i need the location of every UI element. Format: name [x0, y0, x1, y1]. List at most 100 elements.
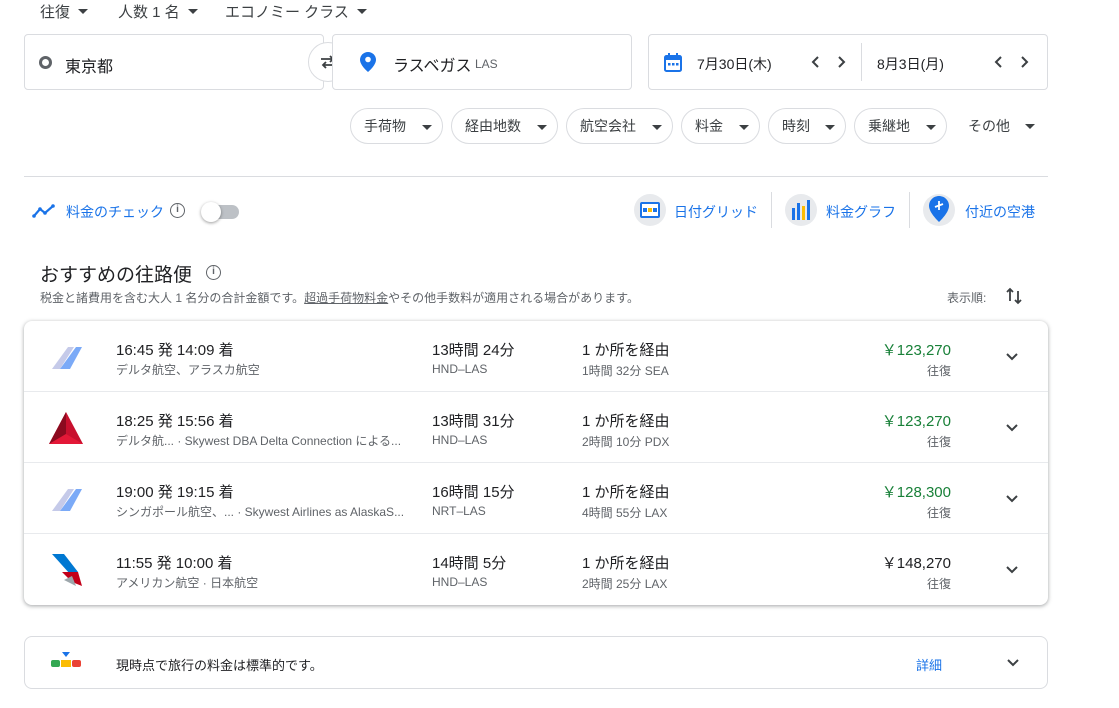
chevron-down-icon	[652, 125, 662, 130]
chevron-left-icon[interactable]	[993, 55, 1005, 69]
price-graph-icon	[785, 194, 817, 226]
flight-price-type: 往復	[926, 364, 951, 378]
origin-circle-icon	[39, 56, 52, 69]
date-divider	[861, 43, 862, 81]
details-link[interactable]: 詳細	[916, 655, 942, 674]
flight-row[interactable]: 19:00 発 19:15 着 シンガポール航空、... · Skywest A…	[24, 463, 1048, 534]
flight-price-type: 往復	[926, 577, 951, 591]
filter-airlines[interactable]: 航空会社	[566, 108, 673, 144]
flight-route: HND–LAS	[432, 433, 488, 447]
tool-divider	[771, 192, 772, 228]
flight-row[interactable]: 16:45 発 14:09 着 デルタ航空、アラスカ航空 13時間 24分 HN…	[24, 321, 1048, 392]
flight-layover: 2時間 25分 LAX	[582, 577, 668, 591]
flight-row[interactable]: 11:55 発 10:00 着 アメリカン航空 · 日本航空 14時間 5分 H…	[24, 534, 1048, 605]
destination-code: LAS	[475, 57, 498, 71]
destination-value: ラスベガス	[393, 58, 472, 75]
price-graph-label: 料金グラフ	[826, 204, 896, 220]
filter-stops[interactable]: 経由地数	[451, 108, 558, 144]
return-date[interactable]: 8月3日(月)	[877, 54, 944, 74]
excess-baggage-link[interactable]: 超過手荷物料金	[304, 291, 388, 305]
destination-field[interactable]: ラスベガス LAS	[332, 34, 632, 90]
chevron-left-icon[interactable]	[810, 55, 822, 69]
filter-connecting-airports[interactable]: 乗継地	[854, 108, 947, 144]
price-insight-text: 現時点で旅行の料金は標準的です。	[116, 658, 323, 673]
flight-layover: 4時間 55分 LAX	[582, 506, 668, 520]
date-grid-icon	[634, 194, 666, 226]
info-icon[interactable]: i	[170, 203, 185, 218]
nearby-airports-button[interactable]: 付近の空港	[923, 194, 1043, 228]
flight-route: HND–LAS	[432, 362, 488, 376]
cabin-class-label: エコノミー クラス	[225, 3, 349, 21]
price-tracking-toggle[interactable]	[201, 202, 239, 222]
flight-stops: 1 か所を経由	[582, 555, 670, 572]
depart-date[interactable]: 7月30日(木)	[697, 54, 772, 74]
expand-chevron-icon[interactable]	[1003, 653, 1023, 673]
price-note-text-2: やその他手数料が適用される場合があります。	[388, 291, 639, 305]
flight-route: NRT–LAS	[432, 504, 486, 518]
flight-row[interactable]: 18:25 発 15:56 着 デルタ航... · Skywest DBA De…	[24, 392, 1048, 463]
info-icon[interactable]: i	[206, 265, 221, 280]
flight-airlines: デルタ航... · Skywest DBA Delta Connection に…	[116, 434, 402, 448]
dates-field[interactable]: 7月30日(木) 8月3日(月)	[648, 34, 1048, 90]
filter-label: その他	[968, 118, 1010, 134]
filter-label: 時刻	[782, 118, 810, 134]
date-grid-button[interactable]: 日付グリッド	[634, 194, 764, 228]
flight-stops: 1 か所を経由	[582, 342, 670, 359]
flight-price: ￥128,300	[881, 484, 951, 501]
flight-airlines: アメリカン航空 · 日本航空	[116, 576, 259, 590]
section-title: おすすめの往路便	[40, 265, 193, 286]
flight-route: HND–LAS	[432, 575, 488, 589]
origin-value: 東京都	[65, 59, 114, 76]
origin-field[interactable]: 東京都	[24, 34, 324, 90]
price-level-icon	[51, 652, 81, 667]
chevron-down-icon	[825, 125, 835, 130]
price-insight-card[interactable]: 現時点で旅行の料金は標準的です。 詳細	[24, 636, 1048, 689]
flight-layover: 2時間 10分 PDX	[582, 435, 670, 449]
filter-label: 手荷物	[364, 118, 406, 134]
flight-price-type: 往復	[926, 435, 951, 449]
flight-layover: 1時間 32分 SEA	[582, 364, 669, 378]
chevron-down-icon	[926, 125, 936, 130]
sort-icon[interactable]	[1006, 287, 1022, 305]
chevron-right-icon[interactable]	[1018, 55, 1030, 69]
flight-times: 11:55 発 10:00 着	[116, 555, 233, 572]
expand-chevron-icon[interactable]	[1002, 560, 1022, 580]
trip-type-dropdown[interactable]: 往復	[40, 0, 89, 22]
flight-duration: 13時間 31分	[432, 413, 515, 430]
chevron-right-icon[interactable]	[835, 55, 847, 69]
flight-airlines: シンガポール航空、... · Skywest Airlines as Alask…	[116, 505, 405, 519]
toggle-knob	[201, 202, 221, 222]
chevron-down-icon	[537, 125, 547, 130]
flight-times: 19:00 発 19:15 着	[116, 484, 234, 501]
filter-more[interactable]: その他	[955, 108, 1045, 144]
cabin-class-dropdown[interactable]: エコノミー クラス	[225, 0, 367, 22]
filter-baggage[interactable]: 手荷物	[350, 108, 443, 144]
sort-label: 表示順:	[947, 291, 987, 305]
flight-price: ￥123,270	[881, 413, 951, 430]
price-note: 税金と諸費用を含む大人 1 名分の合計金額です。超過手荷物料金やその他手数料が適…	[40, 289, 639, 306]
expand-chevron-icon[interactable]	[1002, 489, 1022, 509]
price-graph-button[interactable]: 料金グラフ	[785, 194, 905, 228]
american-logo-icon	[52, 554, 82, 586]
flight-airlines: デルタ航空、アラスカ航空	[116, 363, 260, 377]
passengers-label: 人数 1 名	[118, 3, 180, 21]
flight-duration: 14時間 5分	[432, 555, 507, 572]
flight-duration: 16時間 15分	[432, 484, 515, 501]
expand-chevron-icon[interactable]	[1002, 347, 1022, 367]
flight-duration: 13時間 24分	[432, 342, 515, 359]
flight-price-type: 往復	[926, 506, 951, 520]
filter-times[interactable]: 時刻	[768, 108, 846, 144]
alaska-logo-icon	[52, 489, 82, 511]
flight-price: ￥123,270	[881, 342, 951, 359]
flight-stops: 1 か所を経由	[582, 484, 670, 501]
chevron-down-icon	[422, 125, 432, 130]
chevron-down-icon	[1025, 124, 1035, 129]
passengers-dropdown[interactable]: 人数 1 名	[118, 0, 198, 22]
filter-price[interactable]: 料金	[681, 108, 760, 144]
flight-stops: 1 か所を経由	[582, 413, 670, 430]
expand-chevron-icon[interactable]	[1002, 418, 1022, 438]
price-tracking-label: 料金のチェック	[66, 204, 164, 220]
flight-times: 16:45 発 14:09 着	[116, 342, 234, 359]
filter-label: 料金	[695, 118, 723, 134]
filter-label: 航空会社	[580, 118, 636, 134]
